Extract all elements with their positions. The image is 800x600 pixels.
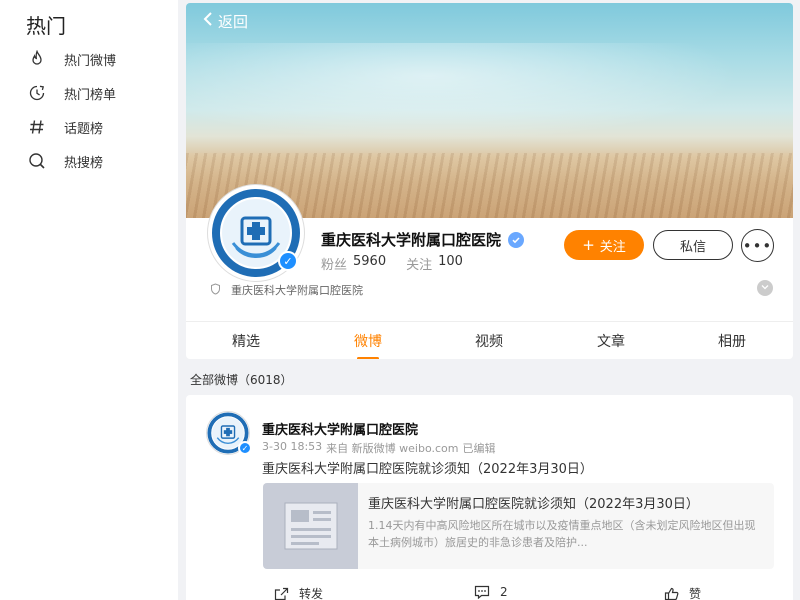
sidebar-item-hot-search[interactable]: 热搜榜 [26, 148, 103, 174]
comment-count: 2 [500, 585, 508, 599]
follow-label: 关注 [599, 239, 626, 255]
back-button[interactable]: 返回 [202, 11, 248, 32]
comment-icon [474, 585, 490, 599]
tab-video[interactable]: 视频 [449, 322, 529, 359]
post-edited: 已编辑 [462, 442, 496, 455]
repost-label: 转发 [299, 587, 324, 600]
sidebar-item-label: 热门微博 [64, 53, 117, 69]
following-label[interactable]: 关注 [406, 254, 432, 273]
search-icon [26, 150, 48, 172]
sidebar-item-label: 热搜榜 [64, 155, 104, 171]
description-text: 重庆医科大学附属口腔医院 [231, 284, 363, 297]
article-icon [284, 502, 337, 550]
profile-stats: 粉丝 5960 关注 100 [321, 254, 463, 273]
repost-button[interactable]: 转发 [274, 585, 323, 600]
sidebar-item-label: 话题榜 [64, 121, 104, 137]
hashtag-icon [26, 116, 48, 138]
all-weibo-count: 全部微博（6018） [190, 373, 293, 387]
profile-card: 返回 ✓ 重庆医科大学附属口腔医院 粉丝 5960 关注 100 + 关注 私信… [186, 3, 793, 359]
followers-count[interactable]: 5960 [353, 254, 386, 273]
article-thumbnail [263, 483, 358, 569]
clock-icon [26, 82, 48, 104]
shield-icon [210, 282, 221, 298]
gold-verified-icon[interactable] [508, 232, 524, 248]
plus-icon: + [582, 236, 595, 254]
post-author[interactable]: 重庆医科大学附属口腔医院 [262, 419, 418, 438]
link-title: 重庆医科大学附属口腔医院就诊须知（2022年3月30日） [368, 497, 699, 512]
sidebar-item-label: 热门榜单 [64, 87, 117, 103]
more-icon: ••• [742, 236, 773, 255]
post-text: 重庆医科大学附属口腔医院就诊须知（2022年3月30日） [262, 462, 593, 477]
verified-badge-icon: ✓ [238, 441, 252, 455]
message-button[interactable]: 私信 [653, 230, 733, 260]
sidebar-title: 热门 [26, 14, 66, 38]
message-label: 私信 [679, 239, 706, 255]
flame-icon [26, 48, 48, 70]
post-meta: 3-30 18:53 来自 新版微博 weibo.com 已编辑 [262, 440, 500, 456]
tab-articles[interactable]: 文章 [571, 322, 651, 359]
weibo-post: ✓ 重庆医科大学附属口腔医院 3-30 18:53 来自 新版微博 weibo.… [186, 395, 793, 600]
verified-badge-icon: ✓ [278, 251, 298, 271]
thumbs-up-icon [664, 587, 679, 600]
chevron-down-icon [761, 283, 769, 293]
tab-featured[interactable]: 精选 [206, 322, 286, 359]
tab-albums[interactable]: 相册 [692, 322, 772, 359]
sidebar-item-hot-weibo[interactable]: 热门微博 [26, 46, 116, 72]
back-label: 返回 [218, 13, 249, 31]
left-sidebar: 热门 热门微博 热门榜单 话题榜 热搜榜 [0, 0, 178, 600]
post-time[interactable]: 3-30 18:53 [262, 440, 322, 456]
profile-tabs: 精选 微博 视频 文章 相册 [186, 321, 793, 359]
sidebar-item-hot-list[interactable]: 热门榜单 [26, 80, 116, 106]
tab-weibo[interactable]: 微博 [328, 322, 408, 359]
more-options-button[interactable]: ••• [741, 229, 774, 262]
follow-button[interactable]: + 关注 [564, 230, 644, 260]
profile-name: 重庆医科大学附属口腔医院 [321, 231, 502, 249]
share-icon [274, 587, 289, 600]
active-tab-indicator [357, 357, 379, 359]
like-button[interactable]: 赞 [664, 585, 701, 600]
like-label: 赞 [689, 587, 702, 600]
chevron-left-icon [202, 11, 214, 32]
comment-button[interactable]: 2 [474, 585, 508, 599]
expand-button[interactable] [757, 280, 773, 296]
sidebar-item-topics[interactable]: 话题榜 [26, 114, 103, 140]
link-description: 1.14天内有中高风险地区所在城市以及疫情重点地区（含未划定风险地区但出现本土病… [368, 519, 756, 549]
followers-label[interactable]: 粉丝 [321, 254, 347, 273]
following-count[interactable]: 100 [438, 254, 463, 273]
cover-image [186, 3, 793, 218]
post-source: 来自 新版微博 weibo.com [326, 442, 459, 455]
link-card[interactable]: 重庆医科大学附属口腔医院就诊须知（2022年3月30日） 1.14天内有中高风险… [263, 483, 774, 569]
profile-description: 重庆医科大学附属口腔医院 [210, 282, 363, 298]
